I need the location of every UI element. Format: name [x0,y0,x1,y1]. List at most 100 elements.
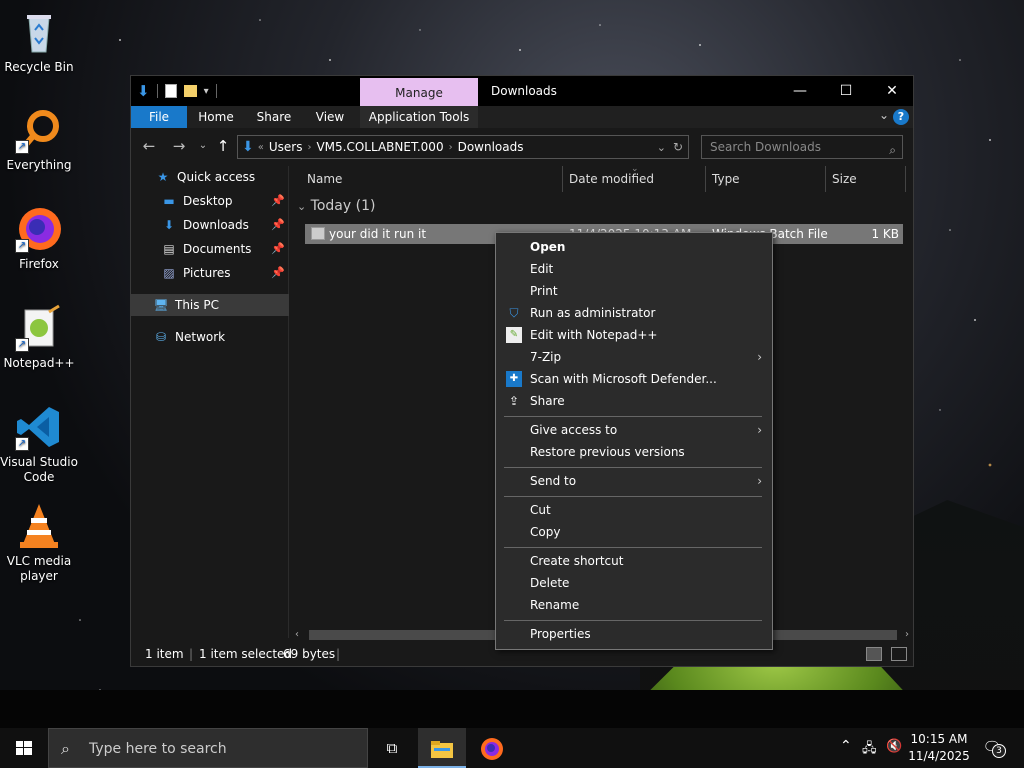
nav-label: Network [175,330,226,344]
submenu-chevron-icon: › [757,474,762,488]
nav-pictures[interactable]: ▨ Pictures 📌 [131,262,289,284]
star-icon: ★ [157,170,169,184]
desktop-icon-notepad-plus-plus[interactable]: ↗ Notepad++ [0,304,78,371]
start-button[interactable] [0,728,48,768]
search-icon[interactable]: ⌕ [889,139,896,161]
refresh-icon[interactable]: ↻ [673,140,683,154]
system-clock[interactable]: 10:15 AM 11/4/2025 [908,731,970,765]
menu-item-edit-with-notepad-plus-plus[interactable]: ✎ Edit with Notepad++ [496,324,772,346]
tab-view[interactable]: View [305,106,355,128]
tab-file[interactable]: File [131,106,187,128]
column-name[interactable]: Name [307,166,342,192]
scroll-left-icon[interactable]: ‹ [295,628,299,642]
large-icons-view-icon[interactable] [891,647,907,661]
minimize-button[interactable]: — [777,76,823,106]
pin-icon[interactable]: 📌 [271,214,285,236]
forward-arrow-icon[interactable]: → [169,137,189,155]
desktop-icon-label: Visual Studio Code [0,455,78,484]
nav-label: Desktop [183,194,233,208]
customize-toolbar-icon[interactable]: ▾ [204,86,209,97]
search-box[interactable]: Search Downloads ⌕ [701,135,903,159]
up-arrow-icon[interactable]: ↑ [213,137,233,155]
address-bar[interactable]: ⬇ « Users › VM5.COLLABNET.000 › Download… [237,135,689,159]
breadcrumb-user-folder[interactable]: VM5.COLLABNET.000 [311,140,448,154]
menu-item-share[interactable]: ⇪ Share [496,390,772,412]
title-bar[interactable]: ⬇ ▾ Manage Downloads — ☐ ✕ [131,76,913,106]
maximize-button[interactable]: ☐ [823,76,869,106]
nav-desktop[interactable]: ▬ Desktop 📌 [131,190,289,212]
network-status-icon[interactable]: 🖧 [862,739,877,761]
menu-item-cut[interactable]: Cut [496,499,772,521]
documents-folder-icon: ▤ [163,242,175,256]
nav-label: This PC [175,298,219,312]
nav-downloads[interactable]: ⬇ Downloads 📌 [131,214,289,236]
menu-item-properties[interactable]: Properties [496,623,772,645]
menu-item-delete[interactable]: Delete [496,572,772,594]
column-date-modified[interactable]: Date modified [569,166,654,192]
notifications-button[interactable]: 🗨 3 [980,738,1006,758]
taskbar-search-input[interactable]: Type here to search [89,741,227,757]
desktop-icon-firefox[interactable]: ↗ Firefox [0,205,78,272]
pin-icon[interactable]: 📌 [271,190,285,212]
group-header-today[interactable]: ⌄ Today (1) [297,198,375,214]
properties-icon[interactable] [164,84,177,98]
shortcut-arrow-icon: ↗ [15,239,29,253]
show-hidden-icons-chevron-icon[interactable]: ⌃ [840,738,852,754]
menu-item-scan-with-defender[interactable]: ✚ Scan with Microsoft Defender... [496,368,772,390]
menu-item-rename[interactable]: Rename [496,594,772,616]
column-size[interactable]: Size [832,166,857,192]
notification-count-badge: 3 [992,744,1006,758]
manage-tab[interactable]: Manage [360,78,478,106]
defender-shield-icon: ✚ [506,371,522,387]
taskbar-search-box[interactable]: ⌕ Type here to search [48,728,368,768]
nav-network[interactable]: ⛁ Network [131,326,289,348]
submenu-chevron-icon: › [757,423,762,437]
collapse-chevron-icon[interactable]: ⌄ [297,200,306,213]
desktop-icon-vlc[interactable]: VLC media player [0,502,78,584]
nav-quick-access[interactable]: ★ Quick access [131,166,289,188]
desktop-icon-vscode[interactable]: ↗ Visual Studio Code [0,403,78,485]
taskbar-file-explorer[interactable] [418,728,466,768]
nav-documents[interactable]: ▤ Documents 📌 [131,238,289,260]
recent-locations-chevron-icon[interactable]: ⌄ [193,140,213,151]
search-input[interactable]: Search Downloads [710,140,821,154]
volume-muted-icon[interactable]: 🔇 [886,739,902,754]
taskbar: ⌕ Type here to search ⧉ ⌃ 🖧 🔇 10:15 AM 1… [0,728,1024,768]
details-view-icon[interactable] [866,647,882,661]
menu-item-restore-previous-versions[interactable]: Restore previous versions [496,441,772,463]
desktop-icon-label: Everything [6,158,72,172]
address-dropdown-icon[interactable]: ⌄ [657,141,666,154]
tab-share[interactable]: Share [249,106,299,128]
menu-item-give-access-to[interactable]: Give access to › [496,419,772,441]
task-view-icon[interactable]: ⧉ [368,728,416,768]
menu-item-send-to[interactable]: Send to › [496,470,772,492]
tab-application-tools[interactable]: Application Tools [360,106,478,128]
desktop-icon-recycle-bin[interactable]: Recycle Bin [0,8,78,75]
breadcrumb-users[interactable]: Users [264,140,308,154]
expand-ribbon-chevron-icon[interactable]: ⌄ [879,108,889,122]
menu-item-create-shortcut[interactable]: Create shortcut [496,550,772,572]
menu-item-copy[interactable]: Copy [496,521,772,543]
new-folder-icon[interactable] [183,85,197,97]
menu-item-print[interactable]: Print [496,280,772,302]
taskbar-firefox[interactable] [468,728,516,768]
pin-icon[interactable]: 📌 [271,238,285,260]
close-button[interactable]: ✕ [869,76,915,106]
desktop-icon-everything[interactable]: ↗ Everything [0,106,78,173]
menu-item-edit[interactable]: Edit [496,258,772,280]
nav-this-pc[interactable]: 🖥 This PC [131,294,289,316]
scroll-right-icon[interactable]: › [905,628,909,642]
shortcut-arrow-icon: ↗ [15,437,29,451]
pin-icon[interactable]: 📌 [271,262,285,284]
downloads-folder-icon: ⬇ [163,218,175,232]
menu-item-run-as-administrator[interactable]: ⛉ Run as administrator [496,302,772,324]
downloads-location-icon: ⬇ [242,139,254,155]
column-type[interactable]: Type [712,166,740,192]
tab-home[interactable]: Home [191,106,241,128]
help-icon[interactable]: ? [893,109,909,125]
menu-item-open[interactable]: Open [496,236,772,258]
desktop-icon-label: Firefox [19,257,59,271]
breadcrumb-downloads[interactable]: Downloads [453,140,529,154]
back-arrow-icon[interactable]: ← [139,137,159,155]
menu-item-7zip[interactable]: 7-Zip › [496,346,772,368]
